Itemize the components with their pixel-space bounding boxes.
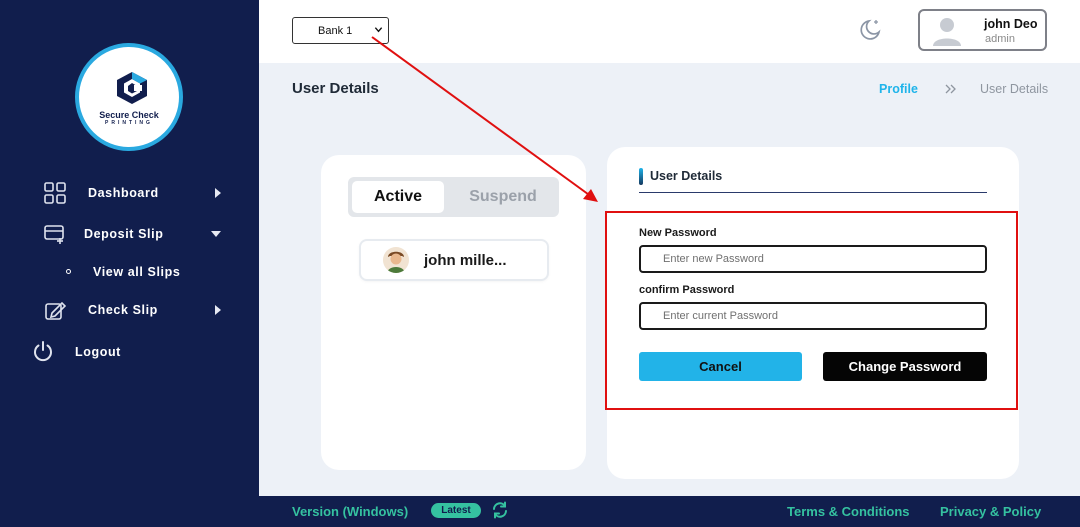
brand-logo: Secure Check PRINTING [75,43,183,151]
logo-cube-icon [117,72,147,104]
deposit-slip-icon [44,225,64,244]
change-password-button[interactable]: Change Password [823,352,987,381]
breadcrumb-profile-link[interactable]: Profile [879,82,918,96]
user-profile-card[interactable]: john Deo admin [918,9,1047,51]
version-label: Version (Windows) [292,504,409,519]
avatar [933,18,961,46]
cancel-button[interactable]: Cancel [639,352,802,381]
top-bar: Bank 1 john Deo admin [259,0,1080,63]
sidebar-item-logout[interactable]: Logout [0,337,259,367]
new-password-label: New Password [639,227,717,239]
user-list-item-name: john mille... [424,252,507,269]
user-name: john Deo [984,17,1038,31]
footer: Version (Windows) Latest Terms & Conditi… [259,496,1080,527]
brand-tagline: PRINTING [105,120,153,126]
chevron-down-icon [374,27,383,33]
sidebar-item-label: View all Slips [93,265,181,279]
sidebar-item-label: Logout [75,345,121,359]
user-details-card: User Details New Password confirm Passwo… [605,147,1019,479]
bank-select[interactable]: Bank 1 [292,17,389,44]
privacy-link[interactable]: Privacy & Policy [940,504,1041,519]
latest-badge: Latest [431,503,481,518]
confirm-password-label: confirm Password [639,284,735,296]
new-password-field[interactable] [639,245,987,273]
moon-icon[interactable] [857,17,883,43]
chevron-down-icon [211,231,221,237]
bank-select-value: Bank 1 [318,25,353,37]
edit-check-icon [45,301,66,320]
sidebar-item-dashboard[interactable]: Dashboard [0,178,259,208]
sidebar-item-label: Deposit Slip [84,227,164,241]
tab-suspend[interactable]: Suspend [453,181,553,213]
brand-name: Secure Check [99,110,159,120]
breadcrumb-current: User Details [980,82,1049,96]
grid-icon [44,182,66,204]
confirm-password-field[interactable] [639,302,987,330]
double-chevron-right-icon [945,84,956,94]
power-icon [34,341,52,362]
tab-active[interactable]: Active [352,181,444,213]
sidebar-item-label: Dashboard [88,186,159,200]
user-role: admin [985,33,1015,45]
chevron-right-icon [215,305,221,315]
user-avatar [383,247,409,273]
sidebar-item-deposit-slip[interactable]: Deposit Slip [0,219,259,249]
sidebar-item-view-all-slips[interactable]: View all Slips [0,257,259,287]
refresh-icon[interactable] [491,501,509,519]
terms-link[interactable]: Terms & Conditions [787,504,910,519]
status-tabs: Active Suspend [348,177,559,217]
chevron-right-icon [215,188,221,198]
sidebar-item-label: Check Slip [88,303,158,317]
section-title: User Details [650,169,723,183]
user-list-card: Active Suspend john mille... [321,155,586,470]
sidebar-item-check-slip[interactable]: Check Slip [0,295,259,325]
section-accent-bar [639,168,643,185]
page-title: User Details [292,80,379,97]
sidebar: Secure Check PRINTING Dashboard Deposit … [0,0,259,527]
section-divider [639,192,987,193]
bullet-icon [66,269,71,274]
user-list-item[interactable]: john mille... [361,241,547,279]
